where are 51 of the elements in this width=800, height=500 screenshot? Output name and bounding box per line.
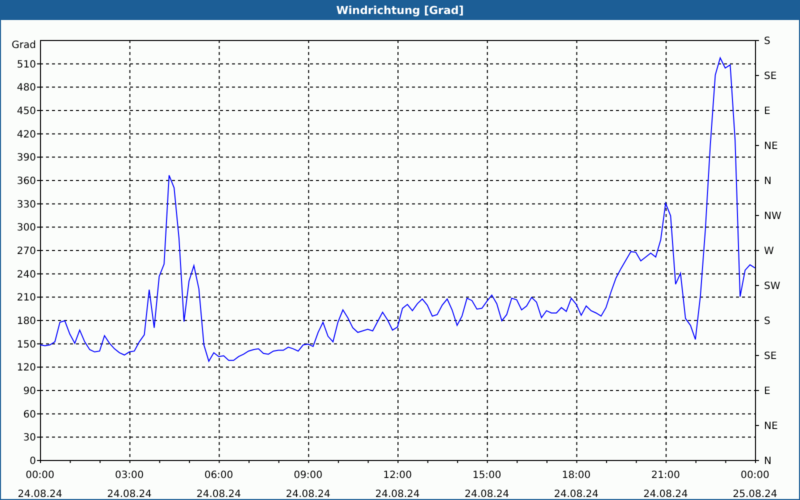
y-tick-label: 360 <box>16 176 36 187</box>
y-tick-label: 120 <box>16 362 36 374</box>
x-tick-time: 21:00 <box>651 470 680 481</box>
x-tick-time: 18:00 <box>562 470 591 481</box>
y-tick-label: 210 <box>16 292 36 304</box>
y-tick-label: 330 <box>16 199 36 210</box>
y-tick-label: 180 <box>16 316 36 327</box>
compass-direction-label: NE <box>764 421 778 432</box>
x-tick-date: 24.08.24 <box>196 489 242 499</box>
x-tick-time: 15:00 <box>472 470 502 481</box>
compass-direction-label: NW <box>764 211 782 222</box>
compass-direction-label: SW <box>764 281 780 292</box>
y-tick-label: 420 <box>16 129 36 140</box>
x-tick-time: 03:00 <box>114 470 144 481</box>
y-tick-label: 0 <box>30 456 36 467</box>
y-tick-label: 60 <box>23 409 36 420</box>
y-tick-label: 240 <box>16 269 36 280</box>
x-tick-date: 24.08.24 <box>107 489 152 499</box>
x-tick-date: 25.08.24 <box>732 489 778 499</box>
y-tick-label: 450 <box>16 106 36 117</box>
y-tick-label: 150 <box>16 339 36 350</box>
compass-direction-label: S <box>764 316 770 327</box>
x-tick-time: 09:00 <box>294 470 323 481</box>
x-tick-time: 00:00 <box>26 470 54 481</box>
y-axis-title: Grad <box>12 40 36 51</box>
y-tick-label: 390 <box>16 152 36 164</box>
x-tick-date: 24.08.24 <box>375 489 420 499</box>
y-tick-label: 480 <box>16 82 36 94</box>
y-tick-label: 270 <box>16 246 36 257</box>
compass-direction-label: S <box>764 36 770 47</box>
x-tick-time: 06:00 <box>204 470 234 481</box>
x-tick-date: 24.08.24 <box>464 489 510 499</box>
title-bar: Windrichtung [Grad] <box>0 0 800 20</box>
x-tick-date: 24.08.24 <box>286 489 330 499</box>
x-tick-date: 24.08.24 <box>643 489 688 499</box>
compass-direction-label: SE <box>764 71 777 82</box>
y-tick-label: 30 <box>23 432 36 444</box>
x-tick-time: 00:00 <box>740 470 770 481</box>
compass-direction-label: W <box>764 246 774 257</box>
compass-direction-label: N <box>764 176 772 187</box>
y-tick-label: 510 <box>16 59 36 70</box>
compass-direction-label: NE <box>764 141 778 152</box>
compass-direction-label: N <box>764 456 772 467</box>
x-tick-time: 12:00 <box>383 470 412 481</box>
compass-direction-label: E <box>764 106 770 117</box>
y-tick-label: 90 <box>23 386 36 397</box>
compass-direction-label: SE <box>764 351 777 362</box>
compass-direction-label: E <box>764 386 770 397</box>
x-tick-date: 24.08.24 <box>554 489 599 499</box>
x-tick-date: 24.08.24 <box>18 489 62 499</box>
y-tick-label: 300 <box>16 222 36 234</box>
